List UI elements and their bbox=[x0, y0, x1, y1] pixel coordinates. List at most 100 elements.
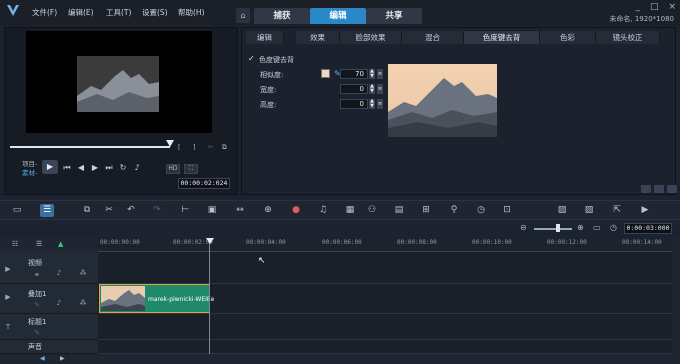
width-menu-icon[interactable]: ≡ bbox=[377, 84, 383, 94]
opt-tab-effect[interactable]: 效果 bbox=[296, 31, 340, 44]
fit-icon[interactable]: ↔ bbox=[233, 204, 247, 217]
storyboard-view-icon[interactable]: ▭ bbox=[10, 204, 24, 217]
transform-icon[interactable]: ⊕ bbox=[261, 204, 275, 217]
copy-icon[interactable]: ⧉ bbox=[80, 204, 94, 217]
stabilize-icon[interactable]: ⊡ bbox=[500, 204, 514, 217]
volume-icon[interactable]: ♪ bbox=[132, 163, 142, 173]
split-icon[interactable]: ⊢ bbox=[178, 204, 192, 217]
pencil-icon[interactable]: ✎ bbox=[32, 300, 42, 310]
track-ripple-icon[interactable]: ⁂ bbox=[78, 268, 88, 278]
project-duration[interactable]: 0:00:03:000 bbox=[624, 223, 672, 234]
clock-icon: ◷ bbox=[610, 223, 617, 232]
home-tab[interactable]: ⌂ bbox=[236, 8, 250, 23]
fit-project-icon[interactable]: ▭ bbox=[593, 223, 601, 232]
overlay-volume-icon[interactable]: ♪ bbox=[54, 298, 64, 308]
play-button[interactable]: ▶ bbox=[42, 160, 58, 174]
similarity-spinner[interactable]: ▲ ▼ bbox=[369, 69, 375, 79]
repeat-icon[interactable]: ↻ bbox=[118, 163, 128, 173]
opt-icon-1[interactable] bbox=[641, 185, 651, 193]
zoom-in-icon[interactable]: ⊕ bbox=[577, 223, 584, 232]
tab-capture[interactable]: 捕获 bbox=[254, 8, 310, 24]
minimize-button[interactable]: _ bbox=[635, 2, 640, 12]
zoom-out-icon[interactable]: ⊖ bbox=[520, 223, 527, 232]
key-color-swatch[interactable] bbox=[321, 69, 330, 78]
menu-tools[interactable]: 工具(T) bbox=[106, 7, 131, 18]
track-lane-video[interactable] bbox=[98, 252, 672, 284]
timeline-horizontal-scrollbar[interactable] bbox=[98, 354, 672, 364]
mode-clip[interactable]: 素材- bbox=[22, 167, 37, 177]
similarity-menu-icon[interactable]: ≡ bbox=[377, 69, 383, 79]
zoom-knob[interactable] bbox=[556, 224, 560, 232]
track-manager-icon[interactable]: ☷ bbox=[12, 240, 18, 248]
export-icon[interactable]: ⇱ bbox=[610, 204, 624, 217]
opt-tab-lens-correction[interactable]: 镜头校正 bbox=[596, 31, 660, 44]
menu-file[interactable]: 文件(F) bbox=[32, 7, 57, 18]
scroll-left-icon[interactable]: ◀ bbox=[40, 355, 45, 362]
width-field[interactable]: 0 bbox=[340, 84, 368, 94]
tools-icon[interactable]: ✂ bbox=[102, 204, 116, 217]
width-spinner[interactable]: ▲ ▼ bbox=[369, 84, 375, 94]
prev-frame-icon[interactable]: ◀ bbox=[76, 163, 86, 173]
menu-settings[interactable]: 设置(S) bbox=[142, 7, 168, 18]
height-menu-icon[interactable]: ≡ bbox=[377, 99, 383, 109]
audio-mixer-icon[interactable]: ♫ bbox=[316, 204, 330, 217]
home-start-icon[interactable]: ⏮ bbox=[62, 163, 72, 173]
tab-edit[interactable]: 编辑 bbox=[310, 8, 366, 24]
zoom-slider[interactable] bbox=[534, 228, 572, 230]
image-icon[interactable]: ▨ bbox=[582, 204, 596, 217]
opt-icon-3[interactable] bbox=[667, 185, 677, 193]
title-pencil-icon[interactable]: ✎ bbox=[32, 328, 42, 338]
hd-toggle[interactable]: HD bbox=[166, 164, 180, 174]
track-lane-title[interactable] bbox=[98, 314, 672, 340]
color-icon[interactable]: ● bbox=[289, 204, 303, 217]
redo-icon[interactable]: ↷ bbox=[150, 204, 164, 217]
opt-tab-face-effect[interactable]: 脸部效果 bbox=[340, 31, 402, 44]
preview-timecode[interactable]: 00:00:02:024 bbox=[178, 178, 230, 189]
mark-in-button[interactable]: [ bbox=[178, 143, 181, 151]
copy-frame-icon[interactable]: ⧉ bbox=[222, 143, 227, 152]
motion-icon[interactable]: ⚇ bbox=[365, 204, 379, 217]
camera-icon[interactable]: ▶ bbox=[638, 204, 652, 217]
opt-tab-color[interactable]: 色彩 bbox=[540, 31, 596, 44]
link-icon[interactable]: ⚭ bbox=[32, 270, 42, 280]
screen-capture-icon[interactable]: ▣ bbox=[205, 204, 219, 217]
tab-share[interactable]: 共享 bbox=[366, 8, 422, 24]
close-button[interactable]: × bbox=[668, 2, 676, 12]
ruler-label: 00:00:00:00 bbox=[100, 239, 140, 246]
enlarge-icon[interactable]: ⛶ bbox=[184, 164, 198, 174]
subtitle-icon[interactable]: ▤ bbox=[392, 204, 406, 217]
track-volume-icon[interactable]: ♪ bbox=[54, 268, 64, 278]
scroll-right-icon[interactable]: ▶ bbox=[60, 355, 65, 362]
timeline-vertical-scrollbar[interactable] bbox=[672, 238, 680, 364]
playhead-handle[interactable] bbox=[206, 238, 214, 244]
app-logo-icon bbox=[7, 5, 19, 16]
similarity-field[interactable]: 70 bbox=[340, 69, 368, 79]
undo-icon[interactable]: ↶ bbox=[124, 204, 138, 217]
opt-tab-edit[interactable]: 编辑 bbox=[246, 31, 284, 44]
opt-tab-chroma-key[interactable]: 色度键去背 bbox=[464, 31, 540, 44]
track-lane-voice[interactable] bbox=[98, 340, 672, 354]
speed-icon[interactable]: ◷ bbox=[474, 204, 488, 217]
grid-icon[interactable]: ⊞ bbox=[419, 204, 433, 217]
menu-help[interactable]: 帮助(H) bbox=[178, 7, 205, 18]
next-frame-icon[interactable]: ▶ bbox=[90, 163, 100, 173]
chapter-icon[interactable]: ☰ bbox=[36, 240, 42, 248]
height-field[interactable]: 0 bbox=[340, 99, 368, 109]
end-icon[interactable]: ⏭ bbox=[104, 163, 114, 173]
overlay-ripple-icon[interactable]: ⁂ bbox=[78, 298, 88, 308]
chroma-key-checkbox[interactable]: ✓ bbox=[248, 55, 256, 63]
mark-out-button[interactable]: ] bbox=[193, 143, 196, 151]
opt-icon-2[interactable] bbox=[654, 185, 664, 193]
add-track-icon[interactable]: ▲ bbox=[58, 240, 63, 248]
split-clip-icon[interactable]: ✂ bbox=[208, 143, 213, 151]
mask-icon[interactable]: ⚲ bbox=[447, 204, 461, 217]
scrubber-knob[interactable] bbox=[166, 140, 174, 147]
menu-edit[interactable]: 编辑(E) bbox=[68, 7, 94, 18]
height-spinner[interactable]: ▲ ▼ bbox=[369, 99, 375, 109]
preview-scrubber[interactable] bbox=[10, 146, 170, 148]
render-icon[interactable]: ▧ bbox=[555, 204, 569, 217]
maximize-button[interactable]: □ bbox=[650, 2, 659, 12]
opt-tab-blend[interactable]: 混合 bbox=[402, 31, 464, 44]
timeline-view-icon[interactable]: ☰ bbox=[40, 204, 54, 217]
multi-camera-icon[interactable]: ▦ bbox=[343, 204, 357, 217]
